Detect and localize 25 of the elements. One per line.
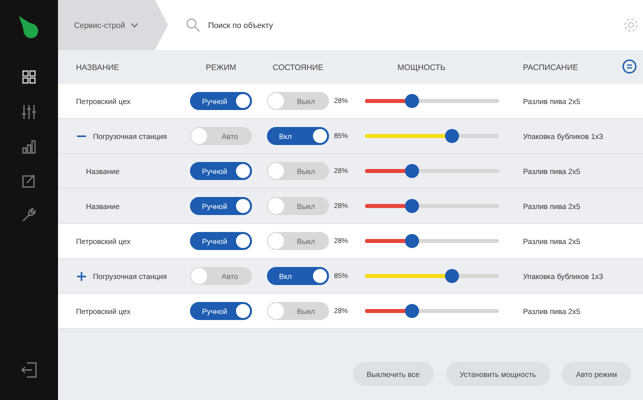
column-header: МОЩНОСТЬ — [397, 62, 446, 72]
grid-icon[interactable] — [22, 70, 36, 84]
plus-icon[interactable] — [76, 272, 86, 281]
slider-thumb[interactable] — [445, 269, 460, 283]
slider-thumb[interactable] — [404, 234, 419, 248]
wrench-icon[interactable] — [22, 208, 36, 222]
slider-thumb[interactable] — [404, 304, 419, 318]
search-icon — [186, 18, 200, 32]
column-header: РЕЖИМ — [206, 62, 236, 72]
slider-thumb[interactable] — [404, 199, 419, 213]
column-header: НАЗВАНИЕ — [75, 62, 120, 72]
sliders-icon[interactable] — [22, 104, 36, 120]
slider-thumb[interactable] — [404, 94, 419, 108]
breadcrumb-dropdown[interactable]: Сервис-строй — [58, 0, 168, 50]
column-header: РАСПИСАНИЕ — [522, 62, 578, 72]
search-field[interactable]: Поиск по объекту — [208, 20, 368, 30]
caret-icon — [131, 22, 138, 28]
slider-thumb[interactable] — [404, 164, 419, 178]
chart-icon[interactable] — [22, 140, 36, 154]
column-header: СОСТОЯНИЕ — [272, 62, 324, 72]
edit-icon[interactable] — [22, 174, 36, 188]
logout-icon[interactable] — [21, 362, 37, 378]
list-menu-icon[interactable] — [622, 59, 637, 74]
logo-icon — [17, 14, 41, 40]
slider-thumb[interactable] — [445, 129, 460, 143]
